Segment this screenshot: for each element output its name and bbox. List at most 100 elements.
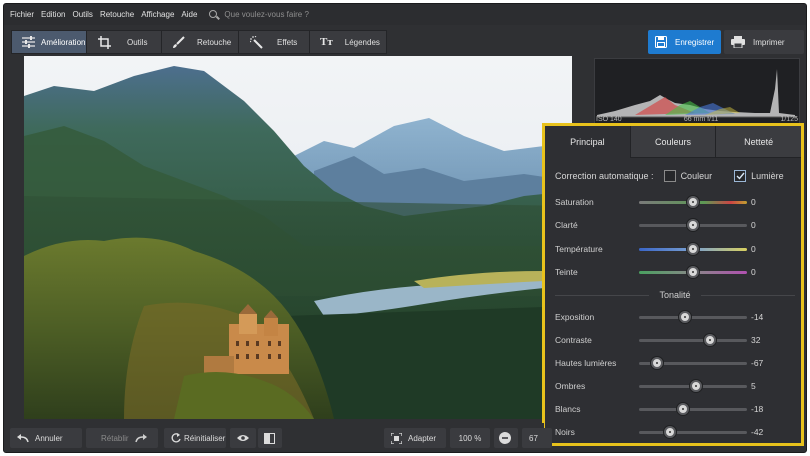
- slider-value: -67: [751, 358, 764, 368]
- brush-icon: [172, 35, 185, 49]
- checkmark-icon: [736, 172, 745, 180]
- fit-label: Adapter: [408, 433, 437, 443]
- zoom-value-field[interactable]: 67: [522, 428, 552, 448]
- zoom-value: 67: [529, 433, 538, 443]
- fit-button[interactable]: Adapter: [384, 428, 446, 448]
- slider-value: 32: [751, 335, 761, 345]
- preview-button[interactable]: [230, 428, 256, 448]
- slider-knob[interactable]: [687, 242, 699, 255]
- tab-effets[interactable]: Effets: [238, 30, 310, 54]
- ombres-slider[interactable]: [639, 379, 747, 392]
- landscape-photo: [24, 56, 572, 419]
- slider-label: Blancs: [555, 404, 581, 414]
- slider-value: 0: [751, 244, 756, 254]
- reset-label: Réinitialiser: [184, 433, 226, 443]
- slider-row-clarte: Clarté 0: [555, 217, 795, 233]
- sliders-icon: [22, 35, 35, 49]
- slider-knob[interactable]: [687, 195, 699, 208]
- histogram: [594, 58, 800, 124]
- reset-icon: [171, 433, 181, 443]
- zoom-100-label: 100 %: [458, 433, 482, 443]
- slider-knob[interactable]: [650, 356, 663, 369]
- auto-light-checkbox[interactable]: [734, 170, 747, 182]
- menu-retouche[interactable]: Retouche: [100, 10, 134, 19]
- tab-retouche-label: Retouche: [197, 37, 232, 47]
- panel-tab-principal[interactable]: Principal: [545, 126, 630, 158]
- slider-knob[interactable]: [677, 402, 690, 415]
- slider-knob[interactable]: [687, 265, 699, 278]
- blancs-slider[interactable]: [639, 402, 747, 415]
- redo-label: Rétablir: [101, 433, 129, 443]
- tab-effets-label: Effets: [277, 37, 298, 47]
- redo-button[interactable]: Rétablir: [86, 428, 158, 448]
- slider-label: Noirs: [555, 427, 575, 437]
- slider-knob[interactable]: [679, 310, 692, 323]
- zoom-out-button[interactable]: [494, 428, 518, 448]
- panel-tab-nettete[interactable]: Netteté: [715, 126, 802, 158]
- tab-outils-label: Outils: [127, 37, 148, 47]
- menu-aide[interactable]: Aide: [181, 10, 197, 19]
- menu-bar: Fichier Edition Outils Retouche Affichag…: [4, 4, 806, 25]
- slider-value: -42: [751, 427, 764, 437]
- print-button[interactable]: Imprimer: [724, 30, 804, 54]
- reset-button[interactable]: Réinitialiser: [164, 428, 226, 448]
- exposition-slider[interactable]: [639, 310, 747, 323]
- bottom-toolbar: Annuler Rétablir Réinitialiser Adapter 1…: [4, 423, 552, 452]
- printer-icon: [731, 36, 745, 48]
- slider-row-blancs: Blancs -18: [555, 401, 795, 417]
- save-button-label: Enregistrer: [675, 37, 715, 47]
- slider-value: 5: [751, 381, 756, 391]
- saturation-slider[interactable]: [639, 195, 747, 208]
- hautes-lumieres-slider[interactable]: [639, 356, 747, 369]
- histogram-graph: [597, 69, 797, 118]
- save-button[interactable]: Enregistrer: [648, 30, 721, 54]
- temperature-slider[interactable]: [639, 242, 747, 255]
- auto-correction-row: Correction automatique : Couleur Lumière: [555, 170, 795, 182]
- slider-knob[interactable]: [689, 379, 702, 392]
- fit-screen-icon: [391, 432, 402, 444]
- tab-amelioration[interactable]: Amélioration: [11, 30, 87, 54]
- auto-color-label: Couleur: [680, 171, 713, 181]
- undo-button[interactable]: Annuler: [10, 428, 82, 448]
- contraste-slider[interactable]: [639, 333, 747, 346]
- magic-wand-icon: [249, 35, 263, 49]
- app-window: Fichier Edition Outils Retouche Affichag…: [3, 3, 807, 453]
- menu-edition[interactable]: Edition: [41, 10, 65, 19]
- exif-shutter: 1/125: [780, 116, 798, 123]
- slider-knob[interactable]: [687, 218, 699, 231]
- tab-legendes-label: Légendes: [344, 37, 380, 47]
- panel-tab-couleurs[interactable]: Couleurs: [629, 126, 716, 158]
- search-input[interactable]: [224, 10, 355, 19]
- noirs-slider[interactable]: [639, 425, 747, 438]
- auto-color-checkbox[interactable]: [663, 170, 676, 182]
- clarte-slider[interactable]: [639, 218, 747, 231]
- slider-value: 0: [751, 220, 756, 230]
- print-button-label: Imprimer: [753, 37, 785, 47]
- slider-knob[interactable]: [664, 425, 677, 438]
- slider-label: Clarté: [555, 220, 578, 230]
- menu-outils[interactable]: Outils: [72, 10, 92, 19]
- tab-retouche[interactable]: Retouche: [161, 30, 239, 54]
- slider-value: 0: [751, 197, 756, 207]
- teinte-slider[interactable]: [639, 265, 747, 278]
- auto-correction-label: Correction automatique :: [555, 171, 654, 181]
- menu-fichier[interactable]: Fichier: [10, 10, 34, 19]
- slider-value: -14: [751, 312, 764, 322]
- slider-label: Hautes lumières: [555, 358, 617, 368]
- compare-button[interactable]: [258, 428, 282, 448]
- tab-legendes[interactable]: Tт Légendes: [309, 30, 387, 54]
- zoom-out-icon: [499, 432, 511, 444]
- adjustments-panel: Principal Couleurs Netteté Correction au…: [542, 123, 804, 446]
- tab-outils[interactable]: Outils: [86, 30, 162, 54]
- section-tonalite: Tonalité: [555, 290, 795, 300]
- undo-icon: [17, 433, 29, 443]
- slider-row-saturation: Saturation 0: [555, 194, 795, 210]
- zoom-100-button[interactable]: 100 %: [450, 428, 490, 448]
- section-title: Tonalité: [659, 290, 691, 300]
- menu-affichage[interactable]: Affichage: [141, 10, 174, 19]
- search-box: [208, 9, 355, 21]
- slider-knob[interactable]: [704, 333, 717, 346]
- slider-value: 0: [751, 267, 756, 277]
- photo-canvas[interactable]: [24, 56, 572, 419]
- tab-amelioration-label: Amélioration: [41, 37, 86, 47]
